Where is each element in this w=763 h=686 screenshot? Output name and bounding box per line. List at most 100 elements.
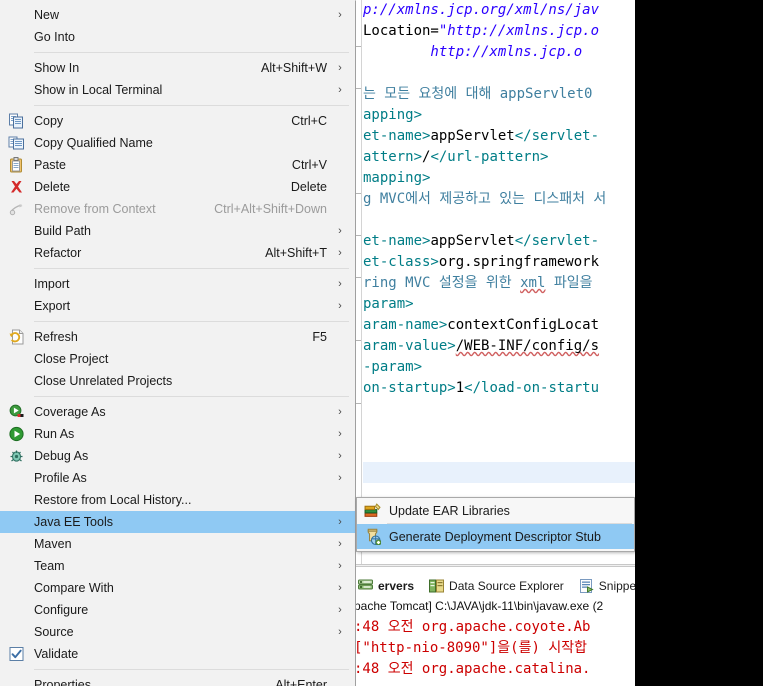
menu-item-copy-qualified-name[interactable]: Copy Qualified Name: [0, 132, 355, 154]
menu-item-label: Coverage As: [34, 405, 106, 419]
menu-item-close-unrelated-projects[interactable]: Close Unrelated Projects: [0, 370, 355, 392]
project-explorer-context-menu[interactable]: New › Go Into Show In Alt+Shift+W › Show in Lo…: [0, 0, 356, 686]
chevron-right-icon: ›: [338, 450, 342, 462]
code-line: et-name>appServlet</servlet-: [363, 231, 635, 252]
code-token: 파일을: [545, 275, 593, 291]
menu-item-paste[interactable]: Paste Ctrl+V: [0, 154, 355, 176]
menu-item-go-into[interactable]: Go Into: [0, 26, 355, 48]
console-panel[interactable]: ervers Data Source Explorer Snippets pache…: [352, 566, 635, 686]
menu-item-profile-as[interactable]: Profile As ›: [0, 467, 355, 489]
chevron-right-icon: ›: [338, 278, 342, 290]
code-token: aram-name>: [363, 317, 448, 333]
menu-item-label: New: [34, 8, 60, 22]
code-token: appServlet: [430, 233, 515, 249]
menu-item-show-in[interactable]: Show In Alt+Shift+W ›: [0, 57, 355, 79]
console-tab-ervers[interactable]: ervers: [354, 576, 417, 596]
code-token: aram-value>: [363, 338, 456, 354]
remove-from-context-icon: [8, 201, 25, 217]
java-ee-tools-submenu[interactable]: Update EAR Libraries Generate Deployment …: [356, 497, 635, 552]
code-token: mapping>: [363, 170, 431, 186]
menu-item-label: Team: [34, 559, 65, 573]
code-line: ring MVC 설정을 위한 xml 파일을: [363, 273, 635, 294]
code-line: et-class>org.springframework: [363, 252, 635, 273]
menu-item-label: Refactor: [34, 246, 82, 260]
console-log-line: :48 오전 org.apache.catalina.: [354, 661, 591, 677]
menu-item-copy[interactable]: Copy Ctrl+C: [0, 110, 355, 132]
menu-item-properties[interactable]: Properties Alt+Enter: [0, 674, 355, 686]
menu-item-build-path[interactable]: Build Path ›: [0, 220, 355, 242]
chevron-right-icon: ›: [338, 560, 342, 572]
menu-item-label: Compare With: [34, 581, 114, 595]
code-token: ring MVC 설정을 위한: [363, 275, 521, 291]
menu-item-label: Refresh: [34, 330, 78, 344]
submenu-item-generate-deployment-descriptor-stub[interactable]: Generate Deployment Descriptor Stub: [357, 524, 634, 549]
code-token: p://xmlns.jcp.org/xml/ns/jav: [363, 2, 600, 18]
chevron-right-icon: ›: [338, 604, 342, 616]
menu-item-shortcut: Delete: [290, 180, 327, 194]
chevron-right-icon: ›: [338, 582, 342, 594]
chevron-right-icon: ›: [338, 300, 342, 312]
servers-icon: [357, 578, 374, 594]
menu-item-import[interactable]: Import ›: [0, 273, 355, 295]
code-token: et-name>: [363, 233, 431, 249]
menu-separator: [34, 105, 349, 106]
chevron-right-icon: ›: [338, 84, 342, 96]
menu-item-label: Maven: [34, 537, 72, 551]
menu-item-refresh[interactable]: Refresh F5: [0, 326, 355, 348]
code-line: attern>/</url-pattern>: [363, 147, 635, 168]
editor-code-area[interactable]: p://xmlns.jcp.org/xml/ns/jav Location="ht…: [363, 0, 635, 565]
menu-item-label: Delete: [34, 180, 71, 194]
console-tab-snippets[interactable]: Snippets: [575, 576, 635, 596]
menu-item-close-project[interactable]: Close Project: [0, 348, 355, 370]
code-line: 는 모든 요청에 대해 appServlet0: [363, 84, 635, 105]
menu-item-validate[interactable]: Validate: [0, 643, 355, 665]
menu-item-shortcut: Ctrl+V: [291, 158, 327, 172]
menu-item-team[interactable]: Team ›: [0, 555, 355, 577]
console-tab-label: ervers: [378, 579, 415, 593]
menu-item-delete[interactable]: Delete Delete: [0, 176, 355, 198]
menu-item-new[interactable]: New ›: [0, 4, 355, 26]
menu-item-label: Go Into: [34, 30, 75, 44]
delete-icon: [8, 179, 25, 195]
chevron-right-icon: ›: [338, 538, 342, 550]
console-tab-data-source-explorer[interactable]: Data Source Explorer: [425, 576, 567, 596]
menu-item-run-as[interactable]: Run As ›: [0, 423, 355, 445]
menu-separator: [34, 268, 349, 269]
menu-item-shortcut: Alt+Enter: [275, 678, 327, 686]
menu-item-debug-as[interactable]: Debug As ›: [0, 445, 355, 467]
code-token: -param>: [363, 359, 423, 375]
menu-item-shortcut: F5: [312, 330, 327, 344]
chevron-right-icon: ›: [338, 9, 342, 21]
menu-item-restore-from-local-history[interactable]: Restore from Local History...: [0, 489, 355, 511]
code-line: param>: [363, 294, 635, 315]
code-token: /WEB-INF/config/s: [455, 338, 600, 354]
paste-icon: [8, 157, 25, 173]
menu-item-source[interactable]: Source ›: [0, 621, 355, 643]
ear-libraries-icon: [364, 502, 381, 519]
code-line: p://xmlns.jcp.org/xml/ns/jav: [363, 0, 635, 21]
web-xml-editor[interactable]: p://xmlns.jcp.org/xml/ns/jav Location="ht…: [352, 0, 635, 565]
menu-item-refactor[interactable]: Refactor Alt+Shift+T ›: [0, 242, 355, 264]
code-token: apping>: [363, 107, 423, 123]
code-line: g MVC에서 제공하고 있는 디스패처 서: [363, 189, 635, 210]
menu-item-label: Properties: [34, 678, 91, 686]
code-line: Location="http://xmlns.jcp.o: [363, 21, 635, 42]
menu-item-maven[interactable]: Maven ›: [0, 533, 355, 555]
occluded-region: [635, 0, 763, 686]
menu-item-show-in-local-terminal[interactable]: Show in Local Terminal ›: [0, 79, 355, 101]
menu-item-java-ee-tools[interactable]: Java EE Tools ›: [0, 511, 355, 533]
menu-item-label: Restore from Local History...: [34, 493, 192, 507]
validate-checkbox-icon: [8, 646, 25, 662]
menu-item-coverage-as[interactable]: Coverage As ›: [0, 401, 355, 423]
menu-item-shortcut: Alt+Shift+T: [265, 246, 327, 260]
menu-item-configure[interactable]: Configure ›: [0, 599, 355, 621]
menu-item-export[interactable]: Export ›: [0, 295, 355, 317]
menu-item-label: Copy Qualified Name: [34, 136, 153, 150]
submenu-item-update-ear-libraries[interactable]: Update EAR Libraries: [357, 498, 634, 523]
menu-item-compare-with[interactable]: Compare With ›: [0, 577, 355, 599]
code-token: </servlet-: [514, 233, 600, 249]
deployment-descriptor-icon: [364, 528, 382, 546]
chevron-right-icon: ›: [338, 406, 342, 418]
menu-separator: [34, 52, 349, 53]
console-tab-bar[interactable]: ervers Data Source Explorer Snippets: [352, 573, 635, 599]
